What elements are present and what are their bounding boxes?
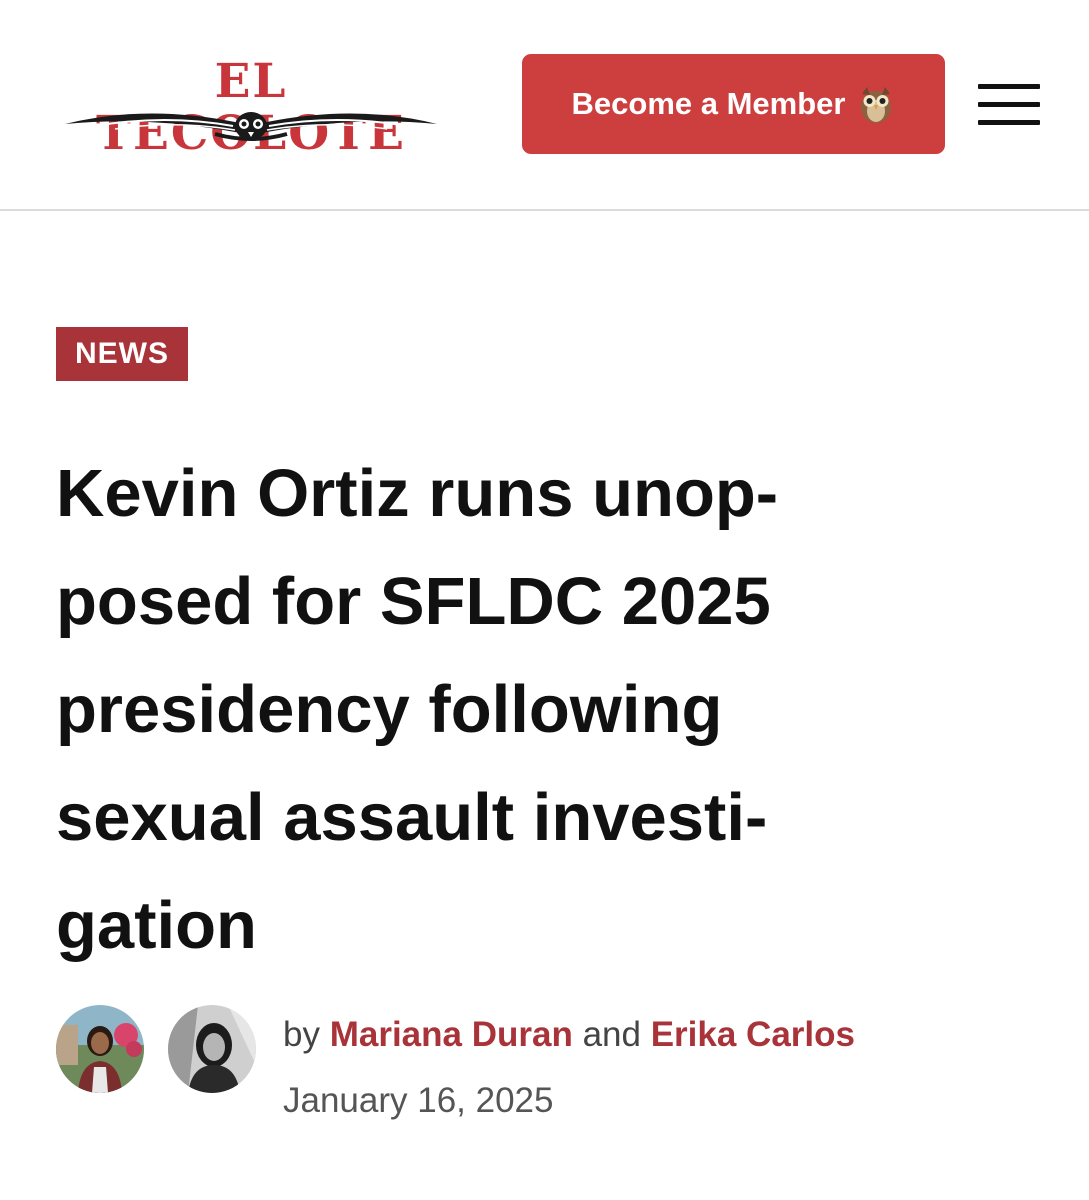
article-byline: by Mariana Duran and Erika Carlos (283, 1012, 855, 1058)
author-photo-icon (168, 1005, 256, 1093)
menu-bar-middle (978, 102, 1040, 107)
member-button-label: Become a Member (571, 86, 846, 121)
logo-owl-ornament-icon (65, 112, 437, 141)
headline-line: Kevin Ortiz runs unop- (56, 456, 779, 531)
menu-bar-bottom (978, 120, 1040, 125)
menu-bar-top (978, 84, 1040, 89)
site-header: EL TECOLOTE Become a Member (0, 0, 1089, 211)
author-photo-icon (56, 1005, 144, 1093)
headline-line: sexual assault investi- (56, 780, 768, 855)
site-logo[interactable]: EL TECOLOTE (55, 56, 447, 160)
author-avatar-mariana-duran[interactable] (56, 1005, 144, 1093)
author-link-mariana-duran[interactable]: Mariana Duran (330, 1015, 573, 1054)
author-avatar-erika-carlos[interactable] (168, 1005, 256, 1093)
publish-date: January 16, 2025 (283, 1081, 554, 1120)
headline-line: posed for SFLDC 2025 (56, 564, 771, 639)
hamburger-menu-icon[interactable] (978, 84, 1040, 126)
headline-line: gation (56, 888, 257, 963)
article-headline: Kevin Ortiz runs unop- posed for SFLDC 2… (56, 440, 1046, 980)
author-link-erika-carlos[interactable]: Erika Carlos (651, 1015, 855, 1054)
byline-prefix: by (283, 1015, 320, 1054)
category-badge[interactable]: NEWS (56, 327, 188, 381)
owl-icon (861, 87, 892, 123)
byline-conjunction: and (582, 1015, 641, 1054)
headline-line: presidency following (56, 672, 723, 747)
become-member-button[interactable]: Become a Member (522, 54, 945, 154)
